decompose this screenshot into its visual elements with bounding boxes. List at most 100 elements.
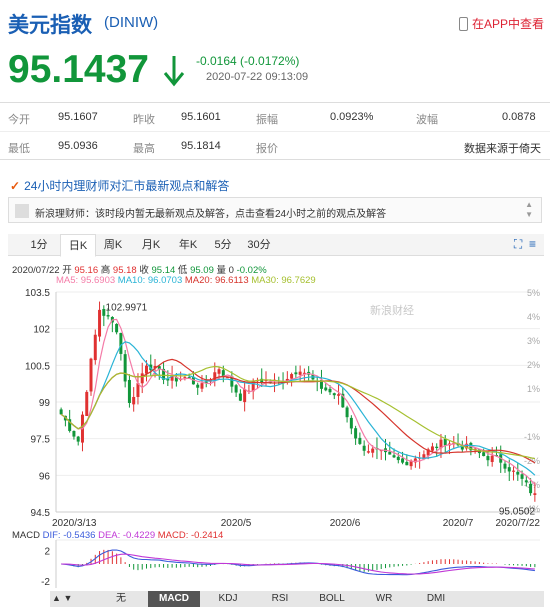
stats-row: 最低 95.0936 最高 95.1814 报价 数据来源于倚天: [0, 131, 550, 159]
candle-body: [332, 393, 336, 396]
header: 美元指数 (DINIW) 在APP中查看: [0, 0, 550, 44]
news-heading[interactable]: ✓ 24小时内理财师对汇市最新观点和解答: [10, 177, 229, 194]
ma20-line: [60, 358, 536, 464]
candle-body: [59, 409, 63, 415]
candle-body: [76, 436, 80, 442]
prev-close-label: 昨收: [133, 114, 155, 126]
y-tick-label: 97.5: [31, 435, 51, 446]
candle-body: [482, 452, 486, 457]
candle-body: [533, 493, 537, 495]
next-indicator-icon[interactable]: ▼: [63, 593, 72, 603]
tab-5min[interactable]: 5分: [212, 234, 234, 256]
fullscreen-icon[interactable]: ⛶: [514, 237, 522, 251]
candle-body: [512, 470, 516, 472]
y-tick-label: 102: [33, 325, 50, 336]
candle-body: [123, 354, 127, 382]
news-item[interactable]: 新浪理财师：该时段内暂无最新观点及解答，点击查看24小时之前的观点及解答 ▲ ▼: [8, 197, 542, 223]
macd-dea: DEA: -0.4229: [98, 530, 156, 541]
candle-body: [119, 333, 123, 354]
ohlc-legend: 2020/07/22 开 95.16 高 95.18 收 95.14 低 95.…: [12, 262, 267, 276]
indicator-kdj[interactable]: KDJ: [204, 591, 252, 607]
candle-body: [298, 371, 302, 375]
pct-tick-label: -1%: [524, 432, 540, 442]
scroll-arrows-icon[interactable]: ▲ ▼: [525, 200, 533, 220]
page-title: 美元指数: [8, 14, 92, 37]
indicator-macd[interactable]: MACD: [148, 591, 200, 607]
max-annotation: 102.9971: [106, 302, 148, 313]
candle-body: [324, 387, 328, 391]
candle-body: [234, 385, 238, 393]
candle-body: [388, 451, 392, 455]
ma10-line: [60, 341, 536, 476]
macd-legend: MACD DIF: -0.5436 DEA: -0.4229 MACD: -0.…: [12, 530, 223, 541]
quote-source-label: 报价: [256, 143, 278, 155]
candle-body: [196, 384, 200, 388]
open-value: 95.1607: [58, 111, 98, 123]
macd-name: MACD: [12, 530, 40, 541]
macd-dif-line: [61, 549, 535, 576]
avatar: [15, 204, 29, 218]
indicator-none[interactable]: 无: [100, 591, 142, 607]
macd-tick-label: 2: [44, 546, 50, 557]
quote-time: 2020-07-22 09:13:09: [206, 71, 309, 83]
tab-monthly[interactable]: 月K: [139, 234, 163, 256]
y-tick-label: 99: [39, 398, 51, 409]
candle-body: [366, 451, 370, 453]
candle-body: [144, 365, 148, 374]
candle-body: [490, 455, 494, 462]
indicator-rsi[interactable]: RSI: [256, 591, 304, 607]
macd-value: MACD: -0.2414: [157, 530, 224, 541]
tab-weekly[interactable]: 周K: [101, 234, 125, 256]
range-value: 0.0878: [502, 111, 536, 123]
prev-indicator-icon[interactable]: ▲: [52, 593, 61, 603]
candle-body: [115, 323, 119, 333]
high-label: 最高: [133, 143, 155, 155]
stats-row: 今开 95.1607 昨收 95.1601 振幅 0.0923% 波幅 0.08…: [0, 103, 550, 131]
watermark: 新浪财经: [370, 303, 414, 317]
macd-dif: DIF: -0.5436: [42, 530, 96, 541]
candle-body: [337, 394, 341, 396]
candle-body: [127, 379, 131, 403]
candle-body: [72, 430, 76, 437]
candle-body: [507, 467, 511, 472]
quote-panel: 95.1437 -0.0164 (-0.0172%) 2020-07-22 09…: [0, 44, 550, 100]
pct-tick-label: 1%: [527, 384, 540, 394]
tab-1min[interactable]: 1分: [28, 234, 50, 256]
indicator-dmi[interactable]: DMI: [412, 591, 460, 607]
tab-30min[interactable]: 30分: [246, 234, 272, 256]
high-value: 95.1814: [181, 140, 221, 152]
check-icon: ✓: [10, 179, 21, 193]
candle-body: [345, 407, 349, 418]
kline-chart[interactable]: 103.5102100.59997.59694.55%4%3%2%1%-1%-2…: [0, 284, 550, 530]
candle-body: [396, 456, 400, 461]
candle-body: [243, 389, 247, 403]
low-label: 最低: [8, 143, 30, 155]
down-arrow-icon: [163, 56, 185, 87]
candle-body: [392, 455, 396, 458]
tab-yearly[interactable]: 年K: [176, 234, 200, 256]
y-tick-label: 96: [39, 471, 51, 482]
indicator-wr[interactable]: WR: [360, 591, 408, 607]
news-heading-text: 24小时内理财师对汇市最新观点和解答: [24, 179, 230, 193]
news-body: 新浪理财师：该时段内暂无最新观点及解答，点击查看24小时之前的观点及解答: [35, 209, 387, 220]
tab-daily[interactable]: 日K: [60, 234, 96, 257]
open-in-app-link[interactable]: 在APP中查看: [458, 15, 544, 32]
pct-tick-label: 5%: [527, 288, 540, 298]
candle-body: [89, 358, 93, 392]
pct-tick-label: 4%: [527, 312, 540, 322]
candle-body: [371, 448, 375, 453]
chart-settings-icon[interactable]: ≡: [529, 237, 536, 251]
candle-body: [430, 446, 434, 451]
candle-body: [140, 373, 144, 384]
candle-body: [200, 383, 204, 389]
candle-body: [524, 480, 528, 483]
amplitude-label: 振幅: [256, 114, 278, 126]
candle-body: [401, 458, 405, 463]
symbol-code: (DINIW): [104, 14, 159, 31]
low-value: 95.0936: [58, 140, 98, 152]
current-price: 95.1437: [8, 48, 149, 91]
range-label: 波幅: [416, 114, 438, 126]
indicator-boll[interactable]: BOLL: [308, 591, 356, 607]
pct-tick-label: 3%: [527, 336, 540, 346]
indicator-bar: 无 MACD KDJ RSI BOLL WR DMI: [50, 591, 544, 607]
